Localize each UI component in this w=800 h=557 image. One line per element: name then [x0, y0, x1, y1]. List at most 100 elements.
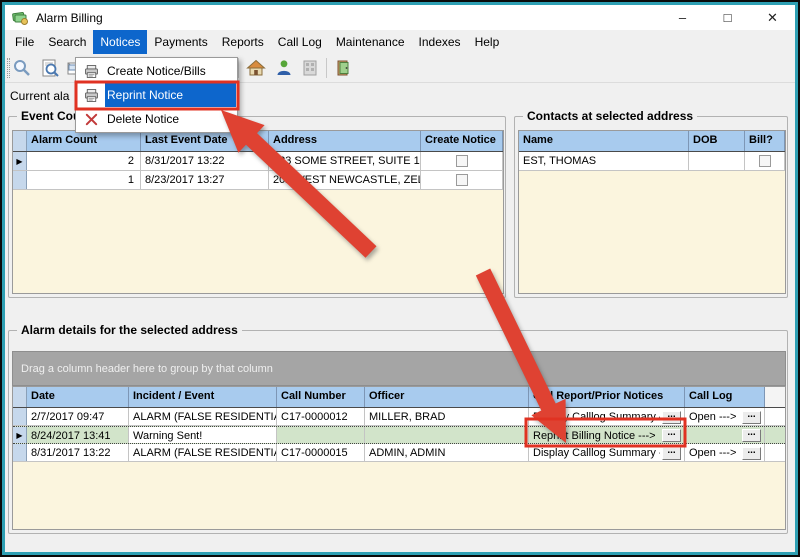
row-selector-header[interactable] [13, 131, 27, 151]
ellipsis-button[interactable]: ... [742, 429, 761, 442]
cell-address[interactable]: 123 SOME STREET, SUITE 103, ZELIENOP [269, 152, 421, 170]
column-header[interactable]: Call Report/Prior Notices [529, 387, 685, 407]
row-selector[interactable]: ▶ [13, 427, 27, 443]
column-header[interactable]: Last Event Date [141, 131, 269, 151]
close-button[interactable]: ✕ [750, 5, 795, 30]
app-window: Alarm Billing – □ ✕ FileSearchNoticesPay… [0, 0, 800, 557]
call-report-link[interactable]: Reprint Billing Notice ---> [533, 430, 656, 442]
cell-call-report[interactable]: Reprint Billing Notice --->... [529, 427, 685, 443]
home-icon[interactable] [246, 58, 266, 78]
menubar-item-maintenance[interactable]: Maintenance [329, 30, 412, 54]
call-log-link[interactable]: Open ---> [689, 447, 736, 459]
table-row[interactable]: EST, THOMAS [519, 152, 785, 171]
cell-alarm-count[interactable]: 1 [27, 171, 141, 189]
cell-call-log[interactable]: Open --->... [685, 408, 765, 425]
column-header[interactable]: DOB [689, 131, 745, 151]
cell-create-notice[interactable] [421, 152, 503, 170]
menu-item-create-notice-bills[interactable]: Create Notice/Bills [77, 59, 236, 83]
cell-call-number[interactable]: C17-0000012 [277, 408, 365, 425]
menubar-item-search[interactable]: Search [41, 30, 93, 54]
cell-date[interactable]: 8/24/2017 13:41 [27, 427, 129, 443]
cell-officer[interactable]: ADMIN, ADMIN [365, 444, 529, 461]
cell-incident-event[interactable]: ALARM (FALSE RESIDENTIA [129, 444, 277, 461]
toolbar-grip[interactable] [7, 58, 10, 78]
table-row[interactable]: 8/31/2017 13:22ALARM (FALSE RESIDENTIAC1… [13, 444, 785, 462]
cell-officer[interactable] [365, 427, 529, 443]
contacts-panel: Contacts at selected address NameDOBBill… [514, 116, 788, 298]
cell-create-notice[interactable] [421, 171, 503, 189]
minimize-button[interactable]: – [660, 5, 705, 30]
cell-dob[interactable] [689, 152, 745, 170]
cell-alarm-count[interactable]: 2 [27, 152, 141, 170]
cell-call-report[interactable]: Display Calllog Summary --->... [529, 444, 685, 461]
row-selector[interactable] [13, 171, 27, 189]
table-row[interactable]: 18/23/2017 13:27202 WEST NEWCASTLE, ZELI… [13, 171, 503, 190]
ellipsis-button[interactable]: ... [662, 447, 681, 460]
cell-call-number[interactable]: C17-0000015 [277, 444, 365, 461]
column-header[interactable]: Incident / Event [129, 387, 277, 407]
row-selector[interactable] [13, 408, 27, 425]
column-header[interactable]: Officer [365, 387, 529, 407]
menubar-item-payments[interactable]: Payments [147, 30, 214, 54]
ellipsis-button[interactable]: ... [662, 429, 681, 442]
group-by-drop-zone[interactable]: Drag a column header here to group by th… [12, 351, 786, 386]
column-header[interactable]: Address [269, 131, 421, 151]
column-header[interactable]: Alarm Count [27, 131, 141, 151]
column-header[interactable]: Call Log [685, 387, 765, 407]
row-selector[interactable] [13, 444, 27, 461]
menu-item-label: Reprint Notice [105, 88, 183, 102]
table-row[interactable]: 2/7/2017 09:47ALARM (FALSE RESIDENTIAC17… [13, 408, 785, 426]
cell-last-event-date[interactable]: 8/31/2017 13:22 [141, 152, 269, 170]
contacts-icon[interactable] [274, 58, 294, 78]
cell-incident-event[interactable]: Warning Sent! [129, 427, 277, 443]
menubar-item-notices[interactable]: Notices [93, 30, 147, 54]
call-report-link[interactable]: Display Calllog Summary ---> [533, 411, 660, 423]
menubar-item-indexes[interactable]: Indexes [412, 30, 468, 54]
column-header[interactable]: Create Notice [421, 131, 503, 151]
search-icon[interactable] [12, 58, 32, 78]
exit-icon[interactable] [334, 58, 354, 78]
ellipsis-button[interactable]: ... [662, 411, 681, 424]
column-header[interactable]: Bill? [745, 131, 785, 151]
maximize-button[interactable]: □ [705, 5, 750, 30]
window-title: Alarm Billing [36, 11, 103, 25]
column-header[interactable]: Call Number [277, 387, 365, 407]
row-selector[interactable]: ▶ [13, 152, 27, 170]
cell-call-number[interactable] [277, 427, 365, 443]
cell-address[interactable]: 202 WEST NEWCASTLE, ZELIENOPLE PA [269, 171, 421, 189]
menu-item-delete-notice[interactable]: Delete Notice [77, 107, 236, 131]
row-selector-header[interactable] [13, 387, 27, 407]
cell-call-report[interactable]: Display Calllog Summary --->... [529, 408, 685, 425]
menubar-item-file[interactable]: File [8, 30, 41, 54]
cell-officer[interactable]: MILLER, BRAD [365, 408, 529, 425]
cell-last-event-date[interactable]: 8/23/2017 13:27 [141, 171, 269, 189]
menubar-item-reports[interactable]: Reports [215, 30, 271, 54]
cell-bill[interactable] [745, 152, 785, 170]
grid-header-row: DateIncident / EventCall NumberOfficerCa… [13, 387, 785, 408]
column-header[interactable]: Name [519, 131, 689, 151]
create-notice-checkbox[interactable] [456, 174, 468, 186]
bill-checkbox[interactable] [759, 155, 771, 167]
ellipsis-button[interactable]: ... [742, 411, 761, 424]
menubar-item-call-log[interactable]: Call Log [271, 30, 329, 54]
menubar-item-help[interactable]: Help [468, 30, 507, 54]
cell-name[interactable]: EST, THOMAS [519, 152, 689, 170]
cell-call-log[interactable]: Open --->... [685, 444, 765, 461]
cell-call-log[interactable]: ... [685, 427, 765, 443]
table-row[interactable]: ▶8/24/2017 13:41Warning Sent! Reprint Bil… [13, 426, 785, 444]
cell-date[interactable]: 2/7/2017 09:47 [27, 408, 129, 425]
toolbar-separator [326, 58, 327, 78]
menu-item-reprint-notice[interactable]: Reprint Notice [77, 83, 236, 107]
cell-incident-event[interactable]: ALARM (FALSE RESIDENTIA [129, 408, 277, 425]
call-log-link[interactable]: Open ---> [689, 411, 736, 423]
ellipsis-button[interactable]: ... [742, 447, 761, 460]
column-header[interactable]: Date [27, 387, 129, 407]
print-preview-icon[interactable] [40, 58, 60, 78]
create-notice-checkbox[interactable] [456, 155, 468, 167]
call-report-link[interactable]: Display Calllog Summary ---> [533, 447, 660, 459]
titlebar: Alarm Billing – □ ✕ [5, 5, 795, 30]
table-row[interactable]: ▶28/31/2017 13:22123 SOME STREET, SUITE … [13, 152, 503, 171]
grid-header-row: NameDOBBill? [519, 131, 785, 152]
building-icon[interactable] [300, 58, 320, 78]
cell-date[interactable]: 8/31/2017 13:22 [27, 444, 129, 461]
